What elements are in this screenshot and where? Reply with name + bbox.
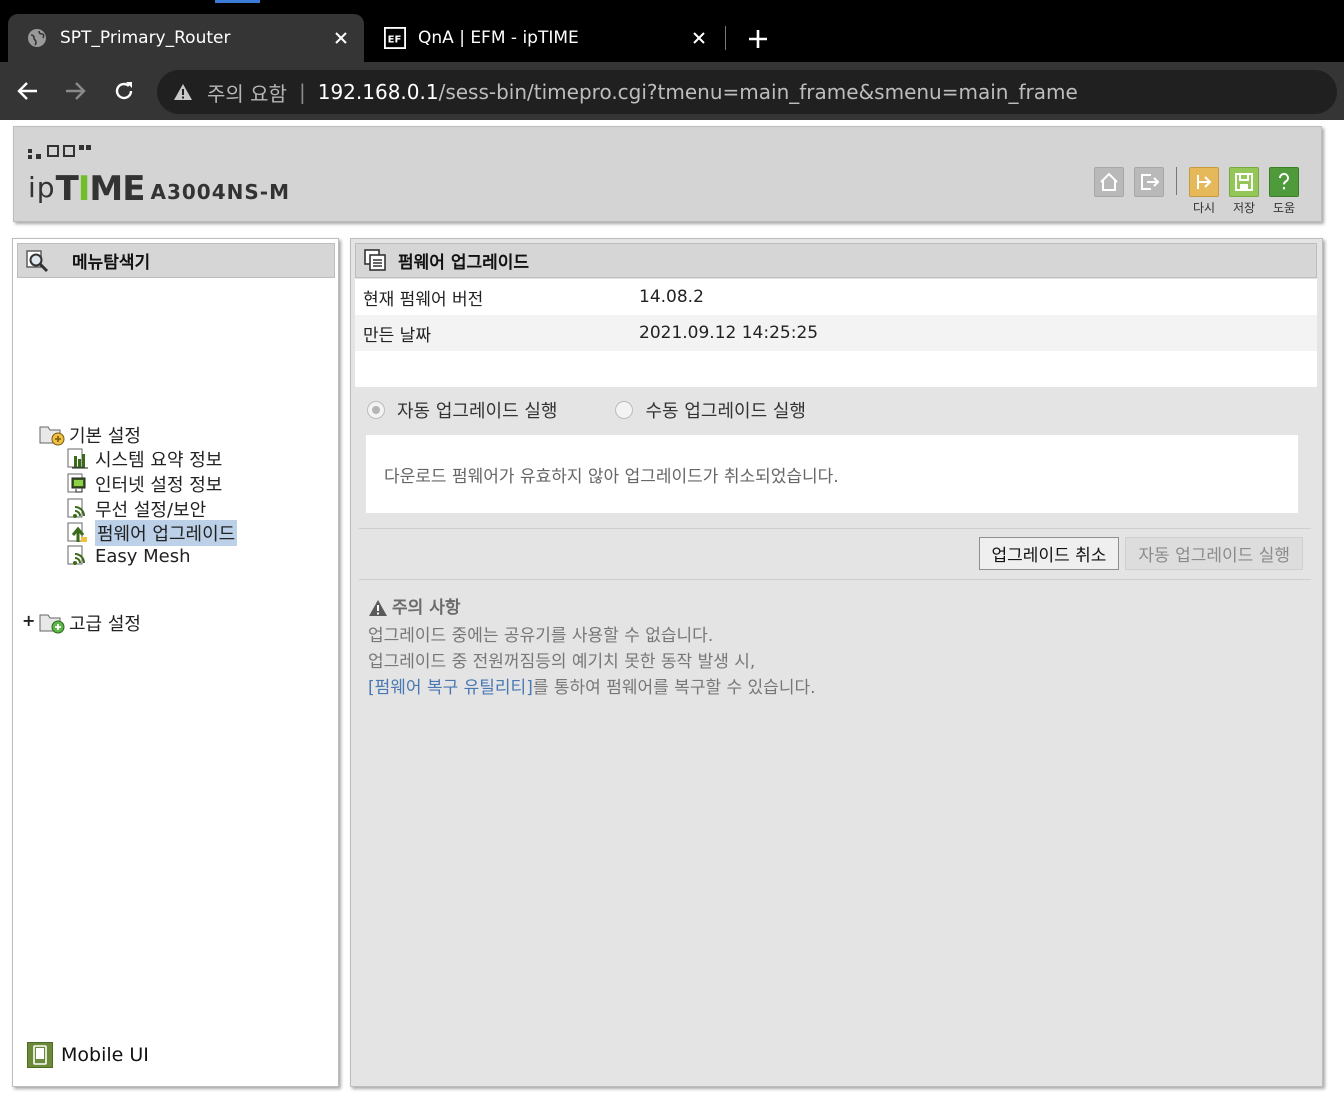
globe-icon xyxy=(26,27,48,49)
menu-explorer-header: 메뉴탐색기 xyxy=(17,243,335,278)
redo-icon xyxy=(1189,167,1219,197)
tree-group-basic[interactable]: 기본 설정 xyxy=(39,422,141,448)
mobile-icon xyxy=(27,1042,53,1068)
redo-button[interactable]: 다시 xyxy=(1189,167,1219,216)
caution-notes: 주의 사항 업그레이드 중에는 공유기를 사용할 수 없습니다. 업그레이드 중… xyxy=(368,595,816,701)
tab-title: QnA | EFM - ipTIME xyxy=(418,28,579,48)
browser-toolbar: 주의 요함 | 192.168.0.1 /sess-bin/timepro.cg… xyxy=(0,62,1344,120)
url-host: 192.168.0.1 xyxy=(317,80,439,104)
tab-spt-primary-router[interactable]: SPT_Primary_Router xyxy=(8,14,364,62)
radio-indicator xyxy=(367,401,385,419)
router-model: A3004NS-M xyxy=(150,180,290,204)
header-toolbar: 다시 저장 도움 xyxy=(1094,167,1299,216)
tree-group-advanced[interactable]: 고급 설정 xyxy=(39,610,141,636)
cancel-upgrade-button[interactable]: 업그레이드 취소 xyxy=(978,537,1120,570)
page-title: 펌웨어 업그레이드 xyxy=(398,253,530,273)
close-tab-icon[interactable] xyxy=(688,27,710,49)
info-row-current-version: 현재 펌웨어 버전 14.08.2 xyxy=(355,279,1317,315)
help-icon xyxy=(1269,167,1299,197)
mobile-ui-link[interactable]: Mobile UI xyxy=(27,1042,149,1068)
help-button[interactable]: 도움 xyxy=(1269,167,1299,216)
efm-logo-icon: EF xyxy=(384,27,406,49)
forward-icon[interactable] xyxy=(62,78,88,104)
menu-explorer: 메뉴탐색기 기본 설정 시스템 요약 정보 인터넷 설정 정보 무선 설정/보안… xyxy=(12,238,339,1087)
caution-line-2: 업그레이드 중 전원꺼짐등의 예기치 못한 동작 발생 시, xyxy=(368,652,756,672)
sidebar-item-internet-info[interactable]: 인터넷 설정 정보 xyxy=(65,471,222,497)
address-bar[interactable]: 주의 요함 | 192.168.0.1 /sess-bin/timepro.cg… xyxy=(157,70,1337,114)
sidebar-item-easy-mesh[interactable]: Easy Mesh xyxy=(65,545,191,567)
header-divider xyxy=(1176,167,1177,195)
caution-line-3: [펌웨어 복구 유틸리티]를 통하여 펌웨어를 복구할 수 있습니다. xyxy=(368,678,816,698)
home-icon[interactable] xyxy=(1094,167,1124,197)
radio-indicator xyxy=(615,401,634,419)
radio-manual-upgrade[interactable]: 수동 업그레이드 실행 xyxy=(615,397,806,423)
logo-dots xyxy=(28,145,91,159)
folder-add-icon xyxy=(39,612,65,634)
window-icon xyxy=(364,248,388,273)
info-row-build-date: 만든 날짜 2021.09.12 14:25:25 xyxy=(355,315,1317,351)
warning-icon[interactable] xyxy=(173,83,195,101)
wireless-icon xyxy=(65,545,91,567)
back-icon[interactable] xyxy=(15,78,41,104)
search-magnifier-icon xyxy=(26,249,50,273)
caution-line-1: 업그레이드 중에는 공유기를 사용할 수 없습니다. xyxy=(368,626,714,646)
build-date-value: 2021.09.12 14:25:25 xyxy=(639,323,819,343)
firmware-version-value: 14.08.2 xyxy=(639,287,704,307)
menu-explorer-title: 메뉴탐색기 xyxy=(72,253,151,273)
reload-icon[interactable] xyxy=(111,78,137,104)
save-icon xyxy=(1229,167,1259,197)
loading-indicator xyxy=(215,0,260,3)
info-row-empty xyxy=(355,351,1317,387)
status-message: 다운로드 펌웨어가 유효하지 않아 업그레이드가 취소되었습니다. xyxy=(366,435,1298,513)
tab-qna-efm[interactable]: EF QnA | EFM - ipTIME xyxy=(372,14,722,62)
caution-title: 주의 사항 xyxy=(368,595,816,621)
logout-icon[interactable] xyxy=(1134,167,1164,197)
warning-icon xyxy=(368,599,388,617)
browser-tab-strip: SPT_Primary_Router EF QnA | EFM - ipTIME xyxy=(0,0,1344,62)
radio-auto-upgrade[interactable]: 자동 업그레이드 실행 xyxy=(367,397,557,423)
tab-title: SPT_Primary_Router xyxy=(60,28,231,48)
security-status: 주의 요함 xyxy=(207,81,287,106)
tab-separator xyxy=(725,26,726,50)
divider xyxy=(359,528,1311,529)
upgrade-mode-group: 자동 업그레이드 실행 수동 업그레이드 실행 xyxy=(367,397,864,423)
sidebar-item-system-summary[interactable]: 시스템 요약 정보 xyxy=(65,446,222,472)
firmware-info-table: 현재 펌웨어 버전 14.08.2 만든 날짜 2021.09.12 14:25… xyxy=(355,279,1317,387)
sidebar-item-firmware-upgrade[interactable]: 펌웨어 업그레이드 xyxy=(65,520,238,546)
save-button[interactable]: 저장 xyxy=(1229,167,1259,216)
address-divider: | xyxy=(298,80,306,104)
firmware-upgrade-panel: 펌웨어 업그레이드 현재 펌웨어 버전 14.08.2 만든 날짜 2021.0… xyxy=(350,238,1323,1087)
iptime-logo: ip TIME A3004NS-M xyxy=(28,169,290,209)
new-tab-icon[interactable] xyxy=(745,26,771,52)
mobile-ui-label: Mobile UI xyxy=(61,1044,149,1066)
divider xyxy=(359,579,1311,580)
monitor-icon xyxy=(65,473,91,495)
panel-header: 펌웨어 업그레이드 xyxy=(355,243,1317,278)
expand-icon[interactable]: + xyxy=(22,611,35,630)
auto-upgrade-button[interactable]: 자동 업그레이드 실행 xyxy=(1125,537,1303,570)
wireless-icon xyxy=(65,498,91,520)
svg-text:EF: EF xyxy=(388,35,402,46)
firmware-recovery-link[interactable]: [펌웨어 복구 유틸리티] xyxy=(368,678,533,698)
upgrade-icon xyxy=(65,522,91,544)
chart-icon xyxy=(65,448,91,470)
router-admin-page: ip TIME A3004NS-M 다시 저장 도움 메뉴탐색기 기본 설정 시… xyxy=(0,120,1344,1101)
action-buttons: 업그레이드 취소 자동 업그레이드 실행 xyxy=(978,537,1303,570)
page-header: ip TIME A3004NS-M 다시 저장 도움 xyxy=(13,126,1322,222)
folder-settings-icon xyxy=(39,424,65,446)
sidebar-item-wireless-security[interactable]: 무선 설정/보안 xyxy=(65,496,206,522)
url-path: /sess-bin/timepro.cgi?tmenu=main_frame&s… xyxy=(438,80,1078,104)
close-tab-icon[interactable] xyxy=(330,27,352,49)
